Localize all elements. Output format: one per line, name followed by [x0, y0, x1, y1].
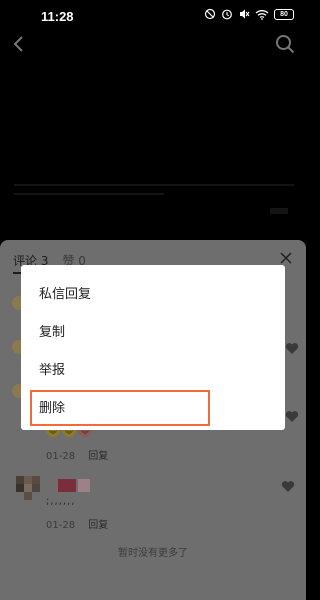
search-icon[interactable]	[274, 33, 296, 55]
video-badge	[270, 208, 288, 214]
comment-meta: 01-28 回复	[46, 447, 108, 462]
battery-indicator: 80	[274, 8, 294, 20]
menu-item-report[interactable]: 举报	[39, 359, 65, 378]
avatar[interactable]	[16, 476, 40, 500]
video-text-line	[14, 184, 294, 186]
wifi-icon	[255, 9, 269, 20]
status-bar: 11:28 80	[0, 0, 306, 30]
username-blurred	[78, 479, 90, 492]
status-time: 11:28	[41, 9, 74, 24]
video-area	[0, 58, 306, 240]
menu-item-copy[interactable]: 复制	[39, 321, 65, 340]
do-not-disturb-icon	[204, 8, 216, 20]
delete-highlight-box	[30, 390, 210, 426]
alarm-icon	[222, 9, 232, 20]
comment-meta: 01-28 回复	[46, 516, 108, 531]
comment-date: 01-28	[46, 520, 76, 531]
video-text-line	[14, 193, 164, 195]
no-more-text: 暂时没有更多了	[118, 548, 188, 559]
like-heart-icon[interactable]	[285, 410, 299, 423]
like-heart-icon[interactable]	[285, 342, 299, 355]
menu-item-private-reply[interactable]: 私信回复	[39, 283, 91, 302]
reply-link[interactable]: 回复	[88, 520, 108, 531]
comment-text: ;,,,,,,	[46, 496, 76, 507]
like-heart-icon[interactable]	[281, 480, 295, 493]
mute-icon	[240, 9, 250, 19]
back-icon[interactable]	[10, 34, 28, 54]
username-blurred	[58, 479, 76, 492]
status-icons: 80	[204, 8, 294, 20]
close-icon[interactable]	[280, 252, 292, 264]
comment-date: 01-28	[46, 451, 76, 462]
reply-link[interactable]: 回复	[88, 451, 108, 462]
